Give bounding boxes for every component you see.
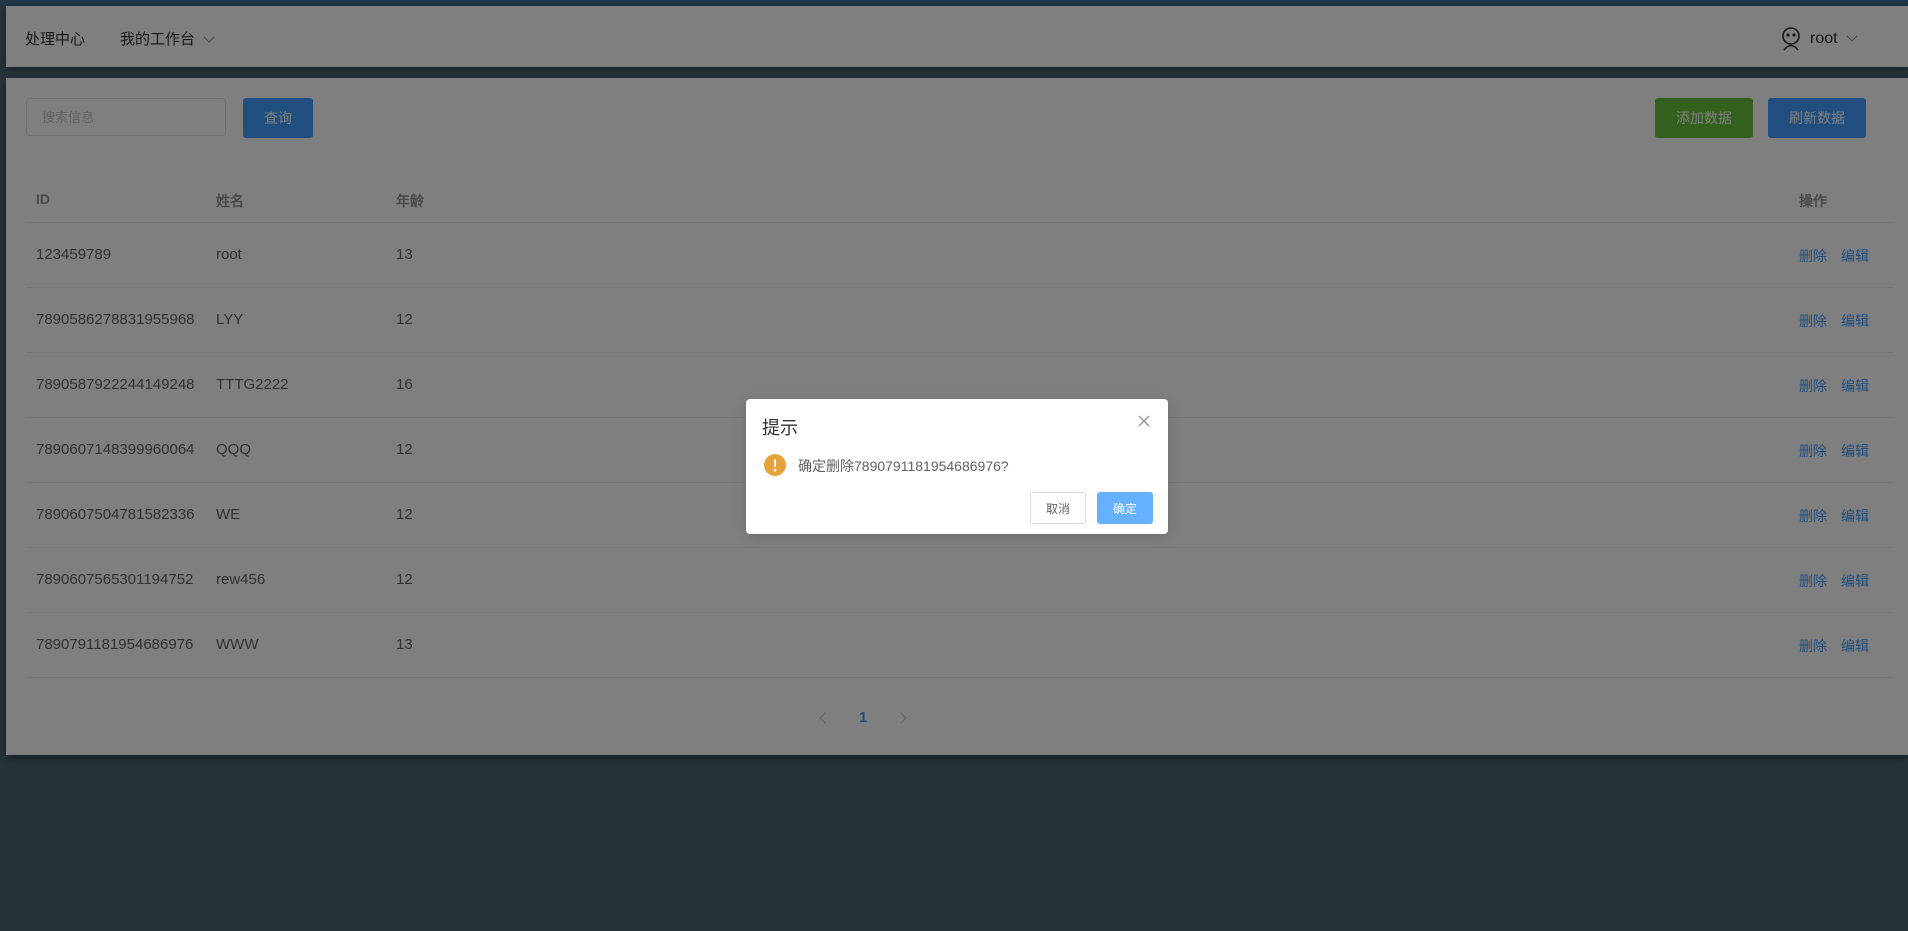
warning-icon [764,454,786,476]
close-icon[interactable] [1136,413,1152,429]
dialog-message: 确定删除7890791181954686976? [798,458,1009,474]
cancel-button[interactable]: 取消 [1030,492,1086,524]
confirm-dialog: 提示 确定删除7890791181954686976? 取消 确定 [746,399,1168,534]
dialog-title: 提示 [762,418,798,438]
confirm-button[interactable]: 确定 [1097,492,1153,524]
